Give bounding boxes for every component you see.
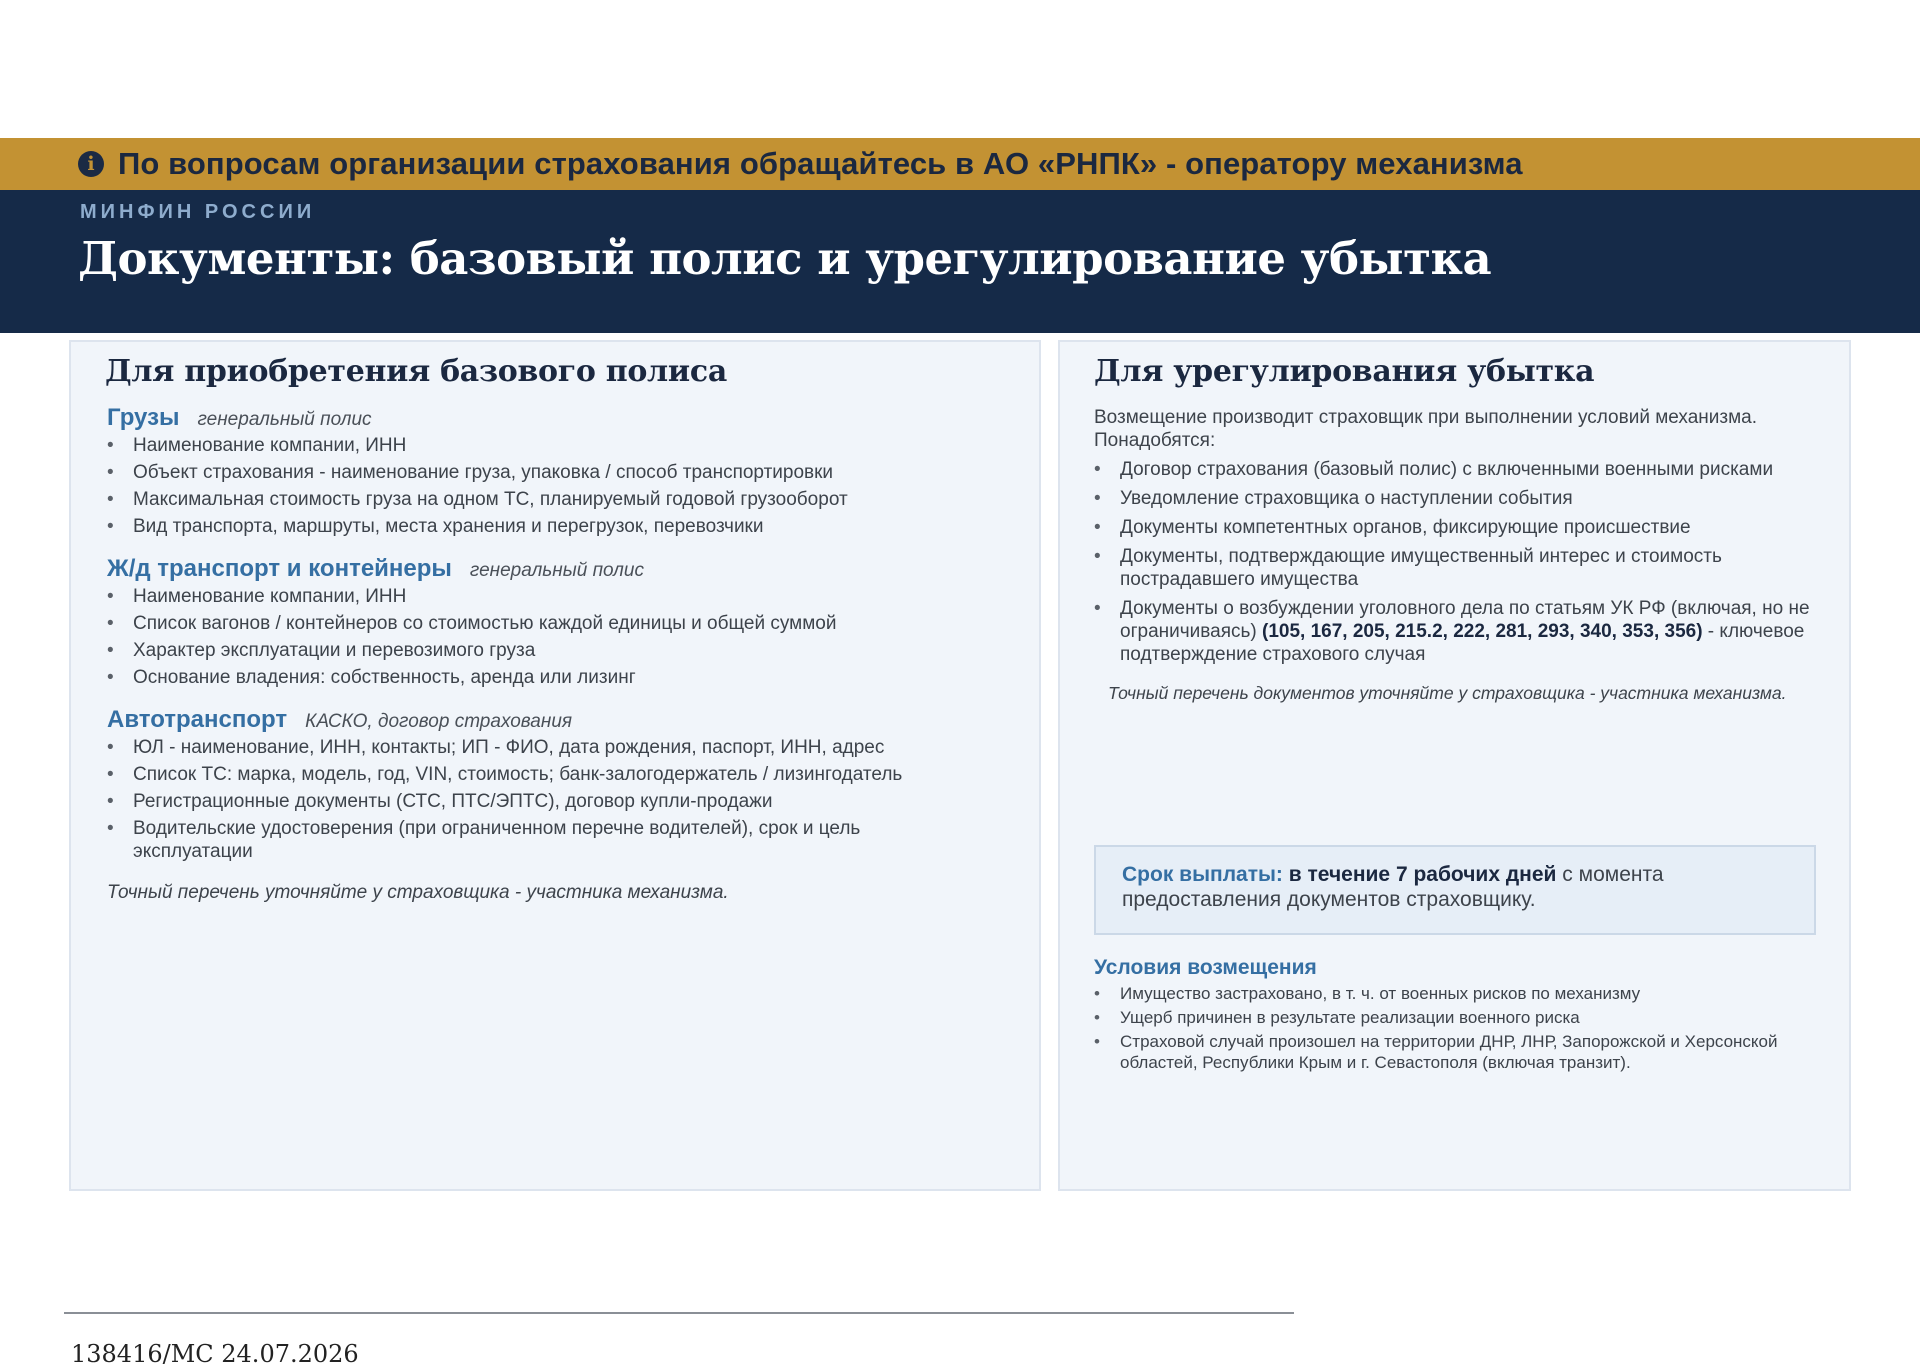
list-item: Объект страхования - наименование груза,… (107, 461, 848, 484)
criminal-code-articles: (105, 167, 205, 215.2, 222, 281, 293, 34… (1262, 621, 1703, 642)
list-item: Страховой случай произошел на территории… (1094, 1031, 1814, 1073)
section-subtitle: генеральный полис (197, 409, 372, 430)
payout-term: в течение 7 рабочих дней (1288, 863, 1557, 886)
list-item: Ущерб причинен в результате реализации в… (1094, 1007, 1814, 1028)
section-title: Автотранспорт (107, 706, 288, 733)
section-cargo: Грузы генеральный полис Наименование ком… (107, 404, 848, 542)
section-title: Грузы (107, 404, 180, 431)
list-item: Водительские удостоверения (при ограниче… (107, 817, 903, 863)
list-item: Документы о возбуждении уголовного дела … (1094, 597, 1824, 666)
banner-text: По вопросам организации страхования обра… (118, 146, 1523, 181)
policy-documents-panel: Для приобретения базового полиса Грузы г… (69, 340, 1041, 1191)
claims-panel-title: Для урегулирования убытка (1094, 354, 1595, 389)
conditions-title: Условия возмещения (1094, 956, 1317, 979)
list-item: Вид транспорта, маршруты, места хранения… (107, 515, 848, 538)
contact-banner: i По вопросам организации страхования об… (0, 138, 1920, 190)
footer-divider (64, 1312, 1294, 1314)
list-item: Регистрационные документы (СТС, ПТС/ЭПТС… (107, 790, 937, 813)
policy-note: Точный перечень уточняйте у страховщика … (107, 882, 729, 903)
ministry-label: МИНФИН РОССИИ (80, 201, 316, 223)
list-item: Основание владения: собственность, аренд… (107, 666, 836, 689)
list-item: ЮЛ - наименование, ИНН, контакты; ИП - Ф… (107, 736, 937, 759)
claims-note: Точный перечень документов уточняйте у с… (1108, 683, 1787, 703)
list-item: Наименование компании, ИНН (107, 434, 848, 457)
list-item: Наименование компании, ИНН (107, 585, 836, 608)
list-item: Документы компетентных органов, фиксирую… (1094, 516, 1824, 539)
list-item: Документы, подтверждающие имущественный … (1094, 545, 1824, 591)
section-title: Ж/д транспорт и контейнеры (107, 555, 452, 582)
info-icon: i (78, 151, 104, 177)
payout-callout: Срок выплаты: в течение 7 рабочих дней с… (1094, 845, 1816, 935)
footer-reference: 138416/MC 24.07.2026 (71, 1340, 359, 1368)
list-item: Договор страхования (базовый полис) с вк… (1094, 458, 1824, 481)
list-item: Максимальная стоимость груза на одном ТС… (107, 488, 848, 511)
section-auto: Автотранспорт КАСКО, договор страхования… (107, 706, 987, 867)
section-subtitle: генеральный полис (469, 560, 644, 581)
payout-label: Срок выплаты: (1122, 863, 1283, 886)
list-item: Уведомление страховщика о наступлении со… (1094, 487, 1824, 510)
list-item: Характер эксплуатации и перевозимого гру… (107, 639, 836, 662)
policy-panel-title: Для приобретения базового полиса (105, 354, 727, 389)
list-item: Имущество застраховано, в т. ч. от военн… (1094, 983, 1814, 1004)
page-title: Документы: базовый полис и урегулировани… (78, 232, 1492, 285)
list-item: Список вагонов / контейнеров со стоимост… (107, 612, 836, 635)
section-rail: Ж/д транспорт и контейнеры генеральный п… (107, 555, 836, 693)
page-header: МИНФИН РОССИИ Документы: базовый полис и… (0, 190, 1920, 333)
claims-intro: Возмещение производит страховщик при вып… (1094, 407, 1758, 451)
claims-document-list: Договор страхования (базовый полис) с вк… (1094, 458, 1824, 672)
section-subtitle: КАСКО, договор страхования (305, 711, 573, 732)
claims-documents-panel: Для урегулирования убытка Возмещение про… (1058, 340, 1851, 1191)
list-item: Список ТС: марка, модель, год, VIN, стои… (107, 763, 937, 786)
conditions-list: Имущество застраховано, в т. ч. от военн… (1094, 983, 1814, 1076)
